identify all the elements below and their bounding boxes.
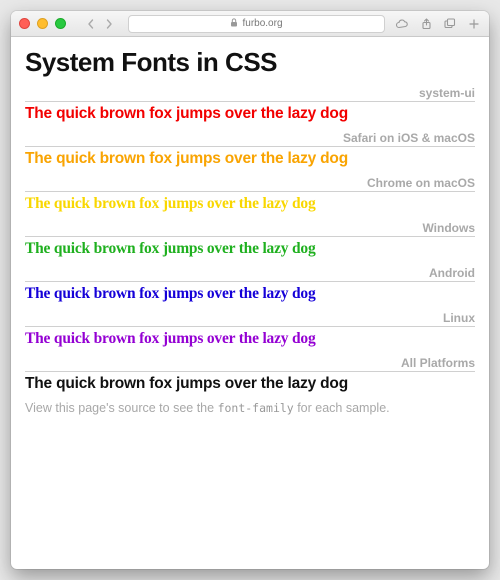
font-sample: The quick brown fox jumps over the lazy … [25, 240, 475, 258]
new-tab-icon[interactable] [467, 17, 481, 31]
tabs-icon[interactable] [443, 17, 457, 31]
font-sample: The quick brown fox jumps over the lazy … [25, 285, 475, 303]
address-bar[interactable]: furbo.org [128, 15, 385, 33]
cloud-icon[interactable] [395, 17, 409, 31]
titlebar: furbo.org [11, 11, 489, 37]
lock-icon [230, 18, 238, 30]
code-snippet: font-family [218, 401, 294, 415]
font-section: Windows The quick brown fox jumps over th… [25, 221, 475, 258]
section-label: Safari on iOS & macOS [25, 131, 475, 147]
font-sample: The quick brown fox jumps over the lazy … [25, 150, 475, 168]
footer-note: View this page's source to see the font-… [25, 401, 475, 415]
toolbar-icons [395, 17, 481, 31]
section-label: system-ui [25, 86, 475, 102]
font-section: system-ui The quick brown fox jumps over … [25, 86, 475, 123]
browser-window: furbo.org System Fonts in CSS system-ui T… [11, 11, 489, 569]
url-text: furbo.org [242, 18, 282, 29]
section-label: Linux [25, 311, 475, 327]
close-window-button[interactable] [19, 18, 30, 29]
forward-button[interactable] [102, 17, 116, 31]
section-label: All Platforms [25, 356, 475, 372]
back-button[interactable] [84, 17, 98, 31]
section-label: Windows [25, 221, 475, 237]
font-section: Chrome on macOS The quick brown fox jumps… [25, 176, 475, 213]
font-sample: The quick brown fox jumps over the lazy … [25, 195, 475, 213]
minimize-window-button[interactable] [37, 18, 48, 29]
page-content: System Fonts in CSS system-ui The quick b… [11, 37, 489, 569]
page-title: System Fonts in CSS [25, 47, 475, 78]
font-sample: The quick brown fox jumps over the lazy … [25, 105, 475, 123]
section-label: Android [25, 266, 475, 282]
share-icon[interactable] [419, 17, 433, 31]
maximize-window-button[interactable] [55, 18, 66, 29]
section-label: Chrome on macOS [25, 176, 475, 192]
font-sample: The quick brown fox jumps over the lazy … [25, 375, 475, 393]
font-section: Linux The quick brown fox jumps over the … [25, 311, 475, 348]
font-section: All Platforms The quick brown fox jumps o… [25, 356, 475, 393]
font-section: Android The quick brown fox jumps over th… [25, 266, 475, 303]
nav-arrows [84, 17, 116, 31]
font-sample: The quick brown fox jumps over the lazy … [25, 330, 475, 348]
font-section: Safari on iOS & macOS The quick brown fox… [25, 131, 475, 168]
window-controls [19, 18, 66, 29]
